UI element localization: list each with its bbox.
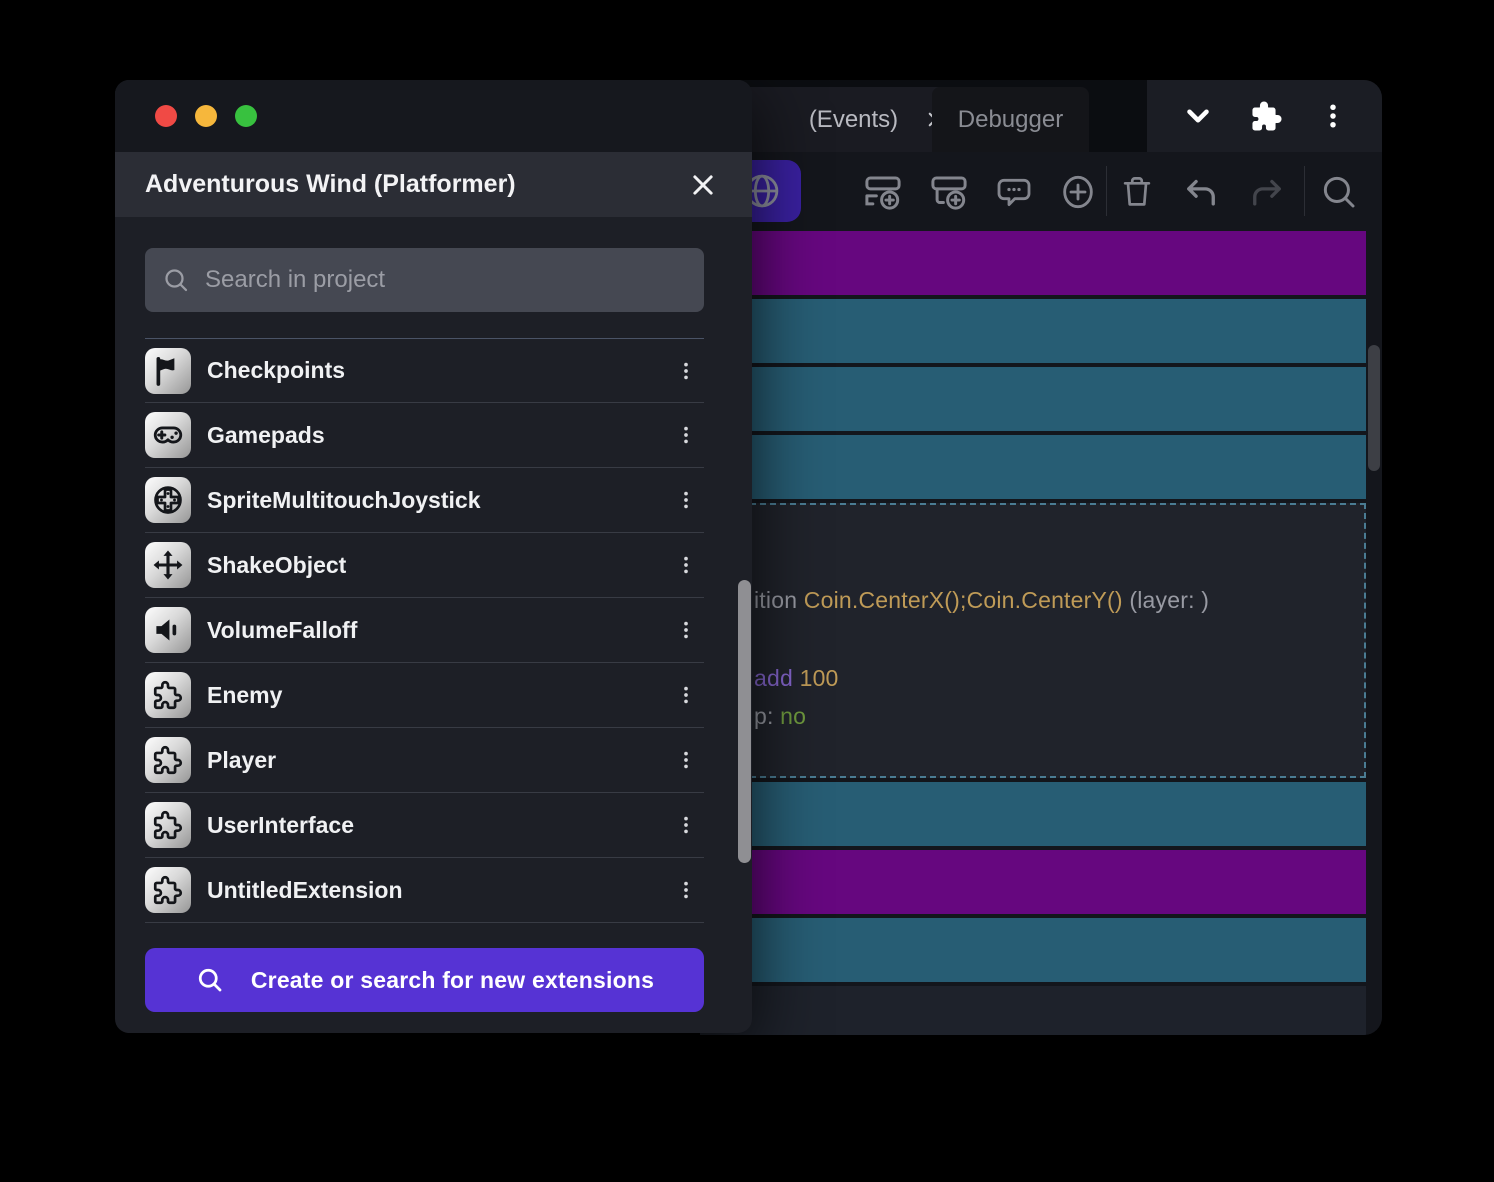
list-item-label: Player bbox=[207, 746, 277, 773]
events-toolbar bbox=[700, 152, 1382, 231]
add-subevent-icon[interactable] bbox=[928, 171, 970, 213]
item-kebab-menu-icon[interactable] bbox=[668, 478, 704, 522]
list-item-gamepads[interactable]: Gamepads bbox=[145, 403, 704, 468]
redo-icon[interactable] bbox=[1246, 171, 1288, 213]
add-other-event-icon[interactable] bbox=[1058, 171, 1098, 213]
tab-bar: (Events) Debugger bbox=[700, 80, 1382, 152]
joystick-icon bbox=[145, 477, 191, 523]
kebab-menu-icon[interactable] bbox=[1318, 99, 1348, 133]
speaker-icon bbox=[145, 607, 191, 653]
add-comment-icon[interactable] bbox=[994, 172, 1034, 212]
event-row[interactable] bbox=[700, 850, 1366, 914]
close-traffic-light[interactable] bbox=[155, 105, 177, 127]
item-kebab-menu-icon[interactable] bbox=[668, 868, 704, 912]
event-row-selected[interactable]: ition Coin.CenterX();Coin.CenterY() (lay… bbox=[700, 503, 1366, 778]
item-kebab-menu-icon[interactable] bbox=[668, 349, 704, 393]
list-item-label: UntitledExtension bbox=[207, 876, 403, 903]
event-row[interactable] bbox=[700, 782, 1366, 846]
search-icon bbox=[195, 965, 225, 995]
delete-icon[interactable] bbox=[1118, 172, 1156, 212]
list-item-label: SpriteMultitouchJoystick bbox=[207, 486, 481, 513]
gamepad-icon bbox=[145, 412, 191, 458]
puzzle-icon bbox=[145, 672, 191, 718]
tab-debugger[interactable]: Debugger bbox=[932, 87, 1089, 152]
close-dialog-icon[interactable] bbox=[688, 170, 718, 200]
item-kebab-menu-icon[interactable] bbox=[668, 738, 704, 782]
desktop: (Events) Debugger ition Coin.CenterX();C… bbox=[0, 0, 1494, 1182]
extensions-list: Checkpoints Gamepads SpriteMultitouchJoy… bbox=[145, 338, 704, 923]
cta-label: Create or search for new extensions bbox=[250, 966, 655, 993]
list-item-user-interface[interactable]: UserInterface bbox=[145, 793, 704, 858]
undo-icon[interactable] bbox=[1180, 171, 1222, 213]
list-item-label: UserInterface bbox=[207, 811, 355, 838]
event-row[interactable] bbox=[700, 918, 1366, 982]
item-kebab-menu-icon[interactable] bbox=[668, 413, 704, 457]
action-text-add: add 100 bbox=[754, 665, 839, 691]
dialog-scrollbar-thumb[interactable] bbox=[738, 580, 751, 863]
action-text-loop: p: no bbox=[754, 703, 807, 729]
event-row[interactable] bbox=[700, 435, 1366, 499]
list-item-label: Gamepads bbox=[207, 421, 325, 448]
dialog-titlebar bbox=[115, 80, 752, 152]
action-text-position: ition Coin.CenterX();Coin.CenterY() (lay… bbox=[754, 587, 1210, 613]
search-field[interactable] bbox=[145, 248, 704, 312]
list-item-enemy[interactable]: Enemy bbox=[145, 663, 704, 728]
puzzle-icon bbox=[145, 802, 191, 848]
tab-actions bbox=[1147, 80, 1382, 152]
list-item-label: ShakeObject bbox=[207, 551, 347, 578]
list-item-checkpoints[interactable]: Checkpoints bbox=[145, 338, 704, 403]
project-manager-dialog: Adventurous Wind (Platformer) Checkpoint… bbox=[115, 80, 752, 1033]
list-item-label: Enemy bbox=[207, 681, 283, 708]
list-item-player[interactable]: Player bbox=[145, 728, 704, 793]
list-item-label: Checkpoints bbox=[207, 357, 346, 383]
list-item-shake-object[interactable]: ShakeObject bbox=[145, 533, 704, 598]
tab-events-label: (Events) bbox=[808, 105, 899, 133]
chevron-down-icon[interactable] bbox=[1181, 99, 1215, 133]
search-events-icon[interactable] bbox=[1318, 171, 1360, 213]
item-kebab-menu-icon[interactable] bbox=[668, 608, 704, 652]
tab-debugger-label: Debugger bbox=[957, 105, 1064, 133]
list-item-untitled-extension[interactable]: UntitledExtension bbox=[145, 858, 704, 923]
puzzle-icon bbox=[145, 867, 191, 913]
list-item-sprite-multitouch-joystick[interactable]: SpriteMultitouchJoystick bbox=[145, 468, 704, 533]
minimize-traffic-light[interactable] bbox=[195, 105, 217, 127]
zoom-traffic-light[interactable] bbox=[235, 105, 257, 127]
flag-icon bbox=[145, 347, 191, 394]
create-or-search-extensions-button[interactable]: Create or search for new extensions bbox=[145, 948, 704, 1012]
extensions-puzzle-icon[interactable] bbox=[1249, 98, 1285, 134]
search-icon bbox=[161, 265, 191, 295]
item-kebab-menu-icon[interactable] bbox=[668, 803, 704, 847]
events-scrollbar[interactable] bbox=[1366, 231, 1382, 1035]
move-arrows-icon bbox=[145, 542, 191, 588]
gdevelop-window: (Events) Debugger ition Coin.CenterX();C… bbox=[700, 80, 1382, 1035]
list-item-volume-falloff[interactable]: VolumeFalloff bbox=[145, 598, 704, 663]
toolbar-divider bbox=[1304, 166, 1305, 216]
toolbar-divider bbox=[1106, 166, 1107, 216]
event-row[interactable] bbox=[700, 367, 1366, 431]
event-row[interactable] bbox=[700, 231, 1366, 295]
item-kebab-menu-icon[interactable] bbox=[668, 673, 704, 717]
item-kebab-menu-icon[interactable] bbox=[668, 543, 704, 587]
events-scrollbar-thumb[interactable] bbox=[1368, 345, 1380, 471]
puzzle-icon bbox=[145, 737, 191, 783]
event-row[interactable] bbox=[700, 299, 1366, 363]
events-sheet: ition Coin.CenterX();Coin.CenterY() (lay… bbox=[700, 231, 1366, 1035]
events-sheet-background bbox=[700, 986, 1366, 1035]
add-event-icon[interactable] bbox=[862, 171, 904, 213]
page-title: Adventurous Wind (Platformer) bbox=[145, 170, 516, 198]
dialog-header: Adventurous Wind (Platformer) bbox=[115, 152, 752, 217]
search-input[interactable] bbox=[205, 266, 688, 294]
list-item-label: VolumeFalloff bbox=[207, 616, 358, 643]
